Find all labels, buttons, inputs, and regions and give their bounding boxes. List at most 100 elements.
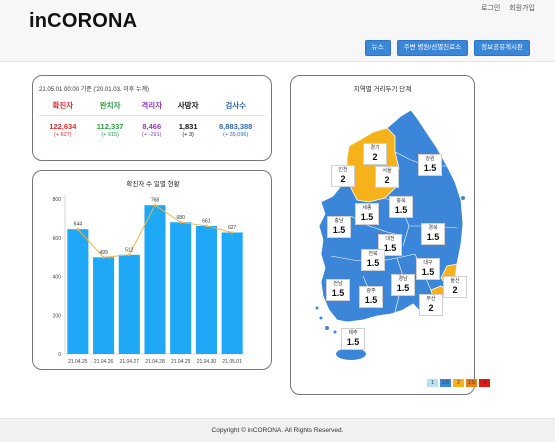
chart-point — [102, 256, 105, 259]
stat-change-tests: (+ 35,096) — [223, 131, 249, 138]
chart-bar — [170, 222, 192, 354]
chart-point — [76, 227, 80, 231]
stat-value-isolated: 8,466 — [142, 121, 162, 131]
y-tick-label: 0 — [58, 352, 61, 358]
chart-bar — [195, 225, 217, 354]
stat-header-recovered: 완치자 — [86, 96, 134, 116]
chart-data-label: 644 — [74, 222, 83, 228]
x-tick-label: 21.04.26 — [94, 359, 114, 365]
region-level: 1.5 — [332, 225, 346, 235]
legend-level-3: 3 — [479, 379, 490, 387]
region-name: 대구 — [423, 260, 433, 266]
login-link[interactable]: 로그인 — [481, 5, 500, 12]
legend-level-2-5: 2.5 — [466, 379, 477, 387]
region-daegu[interactable]: 대구 1.5 — [416, 258, 440, 280]
map-legend: 1 1.5 2 2.5 3 — [427, 379, 490, 387]
region-chungbuk[interactable]: 충북 1.5 — [389, 196, 413, 218]
region-gyeongnam[interactable]: 경남 1.5 — [391, 274, 415, 296]
site-header: inCORONA 로그인 회원가입 뉴스 주변 병원/선별진료소 정보공유게시판 — [0, 0, 555, 62]
region-name: 충북 — [396, 198, 406, 204]
region-level: 1.5 — [423, 163, 437, 173]
stat-value-recovered: 112,337 — [96, 121, 124, 131]
region-sejong[interactable]: 세종 1.5 — [355, 203, 379, 225]
region-level: 1.5 — [364, 295, 378, 305]
region-level: 1.5 — [394, 205, 408, 215]
region-level: 1.5 — [331, 288, 345, 298]
region-name: 강원 — [425, 156, 435, 162]
region-level: 2 — [384, 175, 390, 185]
map-islet — [315, 306, 319, 310]
legend-level-2: 2 — [453, 379, 464, 387]
region-ulsan[interactable]: 울산 2 — [443, 276, 467, 298]
x-tick-label: 21.04.30 — [197, 359, 217, 365]
region-name: 전남 — [333, 281, 343, 287]
stat-header-isolated: 격리자 — [133, 96, 170, 116]
region-name: 인천 — [338, 167, 348, 173]
region-seoul[interactable]: 서울 2 — [375, 166, 399, 188]
stat-change-confirmed: (+ 627) — [54, 131, 72, 138]
chart-point — [179, 220, 183, 224]
chart-point — [153, 203, 157, 207]
chart-bar — [93, 257, 115, 354]
region-name: 서울 — [382, 168, 392, 174]
y-tick-label: 600 — [53, 236, 62, 242]
stat-change-recovered: (+ 915) — [101, 131, 119, 138]
chart-data-label: 499 — [99, 250, 108, 256]
chart-data-label: 661 — [202, 218, 211, 224]
site-footer: Copyright © inCORONA. All Rights Reserve… — [0, 418, 555, 442]
region-name: 광주 — [366, 288, 376, 294]
chart-title: 확진자 수 일별 현황 — [126, 179, 179, 188]
region-jeju[interactable]: 제주 1.5 — [341, 328, 365, 350]
region-chungnam[interactable]: 충남 1.5 — [327, 216, 351, 238]
region-jeonnam[interactable]: 전남 1.5 — [326, 279, 350, 301]
main-nav: 뉴스 주변 병원/선별진료소 정보공유게시판 — [364, 40, 530, 56]
region-name: 세종 — [362, 205, 372, 211]
region-level: 2 — [452, 285, 458, 295]
region-level: 1.5 — [421, 267, 435, 277]
region-level: 1.5 — [366, 258, 380, 268]
stat-change-deaths: (+ 3) — [182, 131, 194, 138]
region-name: 경남 — [398, 276, 408, 282]
hospitals-button[interactable]: 주변 병원/선별진료소 — [396, 40, 469, 56]
region-gyeonggi[interactable]: 경기 2 — [363, 143, 387, 165]
region-name: 대전 — [385, 236, 395, 242]
region-level: 2 — [340, 174, 346, 184]
region-gyeongbuk[interactable]: 경북 1.5 — [421, 223, 445, 245]
daily-cases-card: 확진자 수 일별 현황 0 200 400 600 800 21.04.25 21.04.2… — [32, 170, 272, 370]
legend-level-1: 1 — [427, 379, 438, 387]
auth-links: 로그인 회원가입 — [474, 3, 535, 13]
x-tick-label: 21.04.28 — [145, 359, 165, 365]
board-button[interactable]: 정보공유게시판 — [474, 40, 530, 56]
region-busan[interactable]: 부산 2 — [419, 294, 443, 316]
site-logo[interactable]: inCORONA — [29, 10, 137, 33]
stat-header-deaths: 사망자 — [169, 96, 207, 116]
y-tick-label: 800 — [53, 197, 62, 203]
map-island-ulleung — [461, 196, 465, 200]
stat-value-tests: 8,883,388 — [218, 121, 253, 131]
chart-bar — [67, 229, 89, 354]
stat-value-confirmed: 122,634 — [49, 121, 77, 131]
news-button[interactable]: 뉴스 — [364, 40, 391, 56]
region-name: 전북 — [368, 251, 378, 257]
chart-bar — [118, 254, 140, 354]
region-gangwon[interactable]: 강원 1.5 — [418, 154, 442, 176]
signup-link[interactable]: 회원가입 — [509, 5, 535, 12]
stat-header-tests: 검사수 — [206, 96, 265, 116]
chart-data-label: 627 — [228, 225, 237, 231]
region-name: 충남 — [334, 218, 344, 224]
chart-data-label: 680 — [177, 215, 186, 221]
region-level: 2 — [372, 152, 378, 162]
region-name: 부산 — [426, 296, 436, 302]
x-tick-label: 21.05.01 — [222, 359, 242, 365]
x-tick-label: 21.04.25 — [68, 359, 88, 365]
chart-bar — [221, 232, 243, 354]
map-islet — [319, 316, 323, 320]
chart-point — [230, 231, 234, 234]
region-jeonbuk[interactable]: 전북 1.5 — [361, 249, 385, 271]
region-gwangju[interactable]: 광주 1.5 — [359, 286, 383, 308]
daily-cases-chart: 확진자 수 일별 현황 0 200 400 600 800 21.04.25 21.04.2… — [53, 179, 245, 365]
region-incheon[interactable]: 인천 2 — [331, 165, 355, 187]
region-name: 경기 — [370, 145, 380, 151]
x-tick-label: 21.04.29 — [171, 359, 191, 365]
legend-level-1-5: 1.5 — [440, 379, 451, 387]
